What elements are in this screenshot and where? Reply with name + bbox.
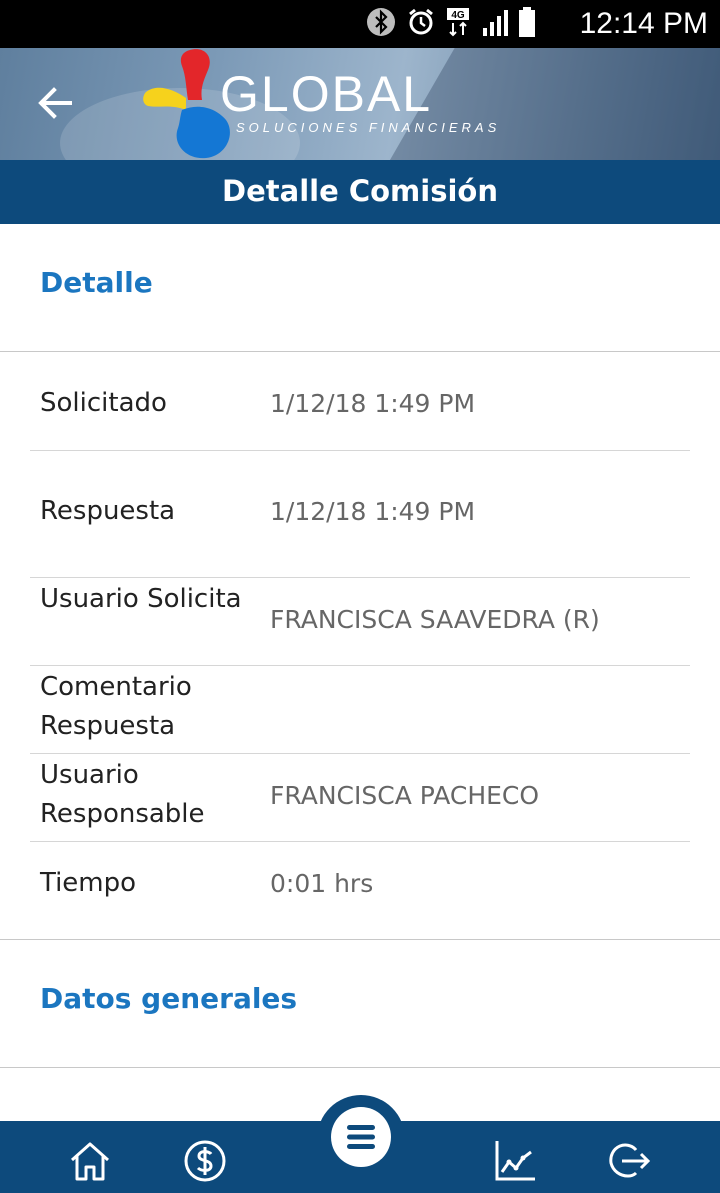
divider — [30, 577, 690, 578]
menu-icon — [347, 1125, 375, 1149]
row-label: Solicitado — [40, 388, 167, 418]
logout-button[interactable] — [606, 1138, 652, 1184]
signal-icon — [482, 8, 508, 40]
commissions-button[interactable] — [182, 1138, 228, 1184]
divider — [30, 665, 690, 666]
row-label: Comentario Respuesta — [40, 672, 192, 741]
menu-button[interactable] — [331, 1107, 391, 1167]
divider — [30, 450, 690, 451]
status-icons: 4G — [366, 7, 536, 41]
bluetooth-icon — [366, 7, 396, 41]
back-button[interactable] — [32, 78, 82, 128]
global-logo: GLOBAL SOLUCIONES FINANCIERAS — [142, 48, 502, 160]
row-label: Respuesta — [40, 496, 176, 526]
battery-icon — [518, 7, 536, 41]
status-time: 12:14 PM — [579, 7, 708, 40]
divider — [0, 939, 720, 940]
row-value: 1/12/18 1:49 PM — [270, 389, 476, 418]
page-title: Detalle Comisión — [0, 160, 720, 224]
app-header: GLOBAL SOLUCIONES FINANCIERAS — [0, 48, 720, 160]
row-value: FRANCISCA SAAVEDRA (R) — [270, 605, 600, 634]
logo-wordmark: GLOBAL — [220, 66, 433, 122]
divider — [0, 351, 720, 352]
divider — [30, 753, 690, 754]
alarm-icon — [406, 7, 436, 41]
home-icon — [71, 1142, 109, 1181]
divider — [0, 1067, 720, 1068]
status-bar: 4G 12:14 PM — [0, 0, 720, 48]
section-title-datos-generales[interactable]: Datos generales — [40, 982, 297, 1015]
svg-text:4G: 4G — [451, 10, 465, 21]
chart-icon — [495, 1141, 535, 1181]
4g-icon: 4G — [446, 7, 472, 41]
logout-icon — [609, 1143, 651, 1178]
row-value: 1/12/18 1:49 PM — [270, 497, 476, 526]
home-button[interactable] — [67, 1138, 113, 1184]
logo-tagline: SOLUCIONES FINANCIERAS — [236, 120, 501, 135]
logo-mark-icon — [143, 49, 230, 159]
row-label: Usuario Responsable — [40, 760, 205, 829]
row-label: Usuario Solicita — [40, 584, 242, 614]
section-title-detalle[interactable]: Detalle — [40, 266, 153, 299]
row-value: 0:01 hrs — [270, 869, 374, 898]
arrow-left-icon — [38, 87, 72, 119]
divider — [30, 841, 690, 842]
dollar-icon — [184, 1140, 226, 1182]
row-value: FRANCISCA PACHECO — [270, 781, 540, 810]
row-label: Tiempo — [40, 868, 137, 898]
reports-button[interactable] — [492, 1138, 538, 1184]
